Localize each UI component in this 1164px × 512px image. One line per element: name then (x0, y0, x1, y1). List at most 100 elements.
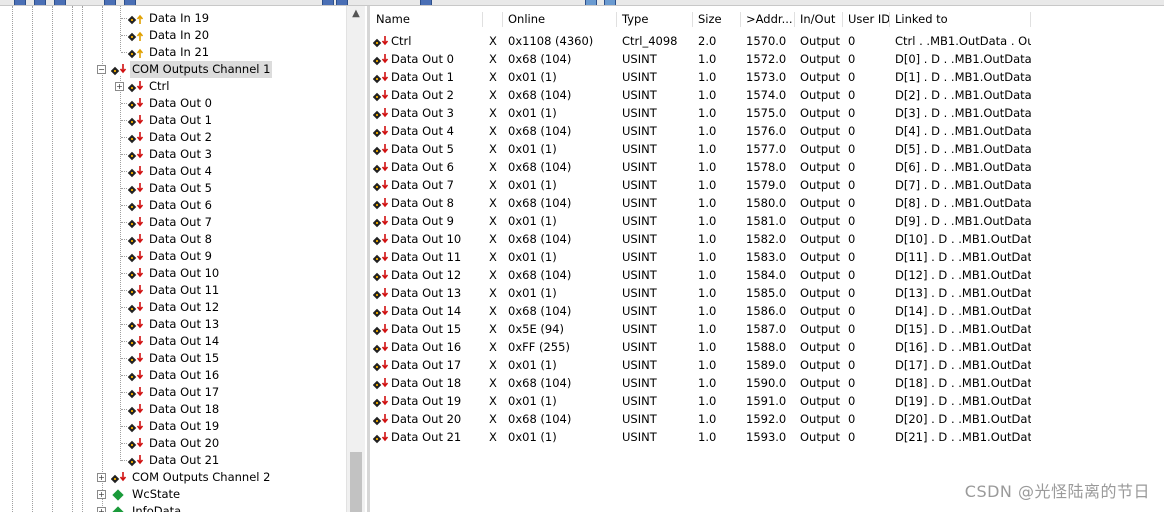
tree-variable-node[interactable]: Data Out 21 (0, 452, 346, 469)
table-row[interactable]: Data Out 6 X 0x68 (104) USINT 1.0 1578.0 Outpu… (371, 158, 1031, 176)
tree-variable-node[interactable]: Data Out 6 (0, 197, 346, 214)
panel-splitter[interactable] (367, 6, 370, 512)
tree-group-node[interactable]: − COM Outputs Channel 1 (0, 61, 346, 78)
tree-variable-node[interactable]: Data In 19 (0, 10, 346, 27)
table-row[interactable]: Data Out 4 X 0x68 (104) USINT 1.0 1576.0 Outpu… (371, 122, 1031, 140)
table-row[interactable]: Data Out 11 X 0x01 (1) USINT 1.0 1583.0 Output… (371, 248, 1031, 266)
column-header[interactable]: Online (508, 10, 545, 28)
table-row[interactable]: Data Out 0 X 0x68 (104) USINT 1.0 1572.0 Outpu… (371, 50, 1031, 68)
column-separator[interactable] (794, 12, 795, 27)
table-row[interactable]: Data Out 7 X 0x01 (1) USINT 1.0 1579.0 Output 0… (371, 176, 1031, 194)
column-header[interactable]: Linked to (895, 10, 948, 28)
tree-variable-node[interactable]: Data Out 13 (0, 316, 346, 333)
tree-variable-node[interactable]: Data Out 15 (0, 350, 346, 367)
tree-group-node[interactable]: + COM Outputs Channel 2 (0, 469, 346, 486)
tree-variable-node[interactable]: Data Out 4 (0, 163, 346, 180)
cell-linked-to: D[6] . D . .MB1.OutData .... (895, 160, 1031, 174)
cell-flag: X (489, 34, 497, 48)
column-separator[interactable] (889, 12, 890, 27)
scroll-up-arrow-icon[interactable]: ▲ (347, 6, 365, 22)
tree-variable-node[interactable]: Data Out 18 (0, 401, 346, 418)
table-row[interactable]: Data Out 19 X 0x01 (1) USINT 1.0 1591.0 Output… (371, 392, 1031, 410)
column-separator[interactable] (740, 12, 741, 27)
tree-variable-node[interactable]: Data Out 9 (0, 248, 346, 265)
expand-icon[interactable]: + (97, 507, 106, 512)
cell-type: USINT (622, 358, 657, 372)
column-separator[interactable] (692, 12, 693, 27)
column-header[interactable]: User ID (848, 10, 890, 28)
table-row[interactable]: Data Out 1 X 0x01 (1) USINT 1.0 1573.0 Output 0… (371, 68, 1031, 86)
scrollbar-thumb[interactable] (350, 452, 362, 512)
cell-inout: Output (800, 52, 840, 66)
output-variable-icon (372, 214, 389, 229)
table-row[interactable]: Data Out 17 X 0x01 (1) USINT 1.0 1589.0 Output… (371, 356, 1031, 374)
table-row[interactable]: Data Out 5 X 0x01 (1) USINT 1.0 1577.0 Output 0… (371, 140, 1031, 158)
output-variable-icon (372, 412, 389, 427)
tree-group-node[interactable]: + InfoData (0, 503, 346, 512)
cell-online: 0x68 (104) (508, 196, 572, 210)
state-icon (111, 487, 127, 502)
table-row[interactable]: Data Out 14 X 0x68 (104) USINT 1.0 1586.0 Outp… (371, 302, 1031, 320)
table-row[interactable]: Data Out 13 X 0x01 (1) USINT 1.0 1585.0 Output… (371, 284, 1031, 302)
cell-user-id: 0 (848, 214, 856, 228)
tree-variable-node[interactable]: Data Out 20 (0, 435, 346, 452)
column-header[interactable]: Type (622, 10, 648, 28)
tree-variable-node[interactable]: Data Out 11 (0, 282, 346, 299)
table-row[interactable]: Data Out 9 X 0x01 (1) USINT 1.0 1581.0 Output 0… (371, 212, 1031, 230)
collapse-icon[interactable]: − (97, 65, 106, 74)
tree-variable-node[interactable]: Data Out 7 (0, 214, 346, 231)
tree-variable-node[interactable]: Data In 21 (0, 44, 346, 61)
tree-variable-node[interactable]: Data Out 8 (0, 231, 346, 248)
table-row[interactable]: Data Out 16 X 0xFF (255) USINT 1.0 1588.0 Outp… (371, 338, 1031, 356)
tree-variable-node[interactable]: + Ctrl (0, 78, 346, 95)
table-row[interactable]: Data Out 8 X 0x68 (104) USINT 1.0 1580.0 Outpu… (371, 194, 1031, 212)
column-separator[interactable] (842, 12, 843, 27)
tree-scrollbar[interactable]: ▲ (346, 6, 365, 512)
column-separator[interactable] (1030, 12, 1031, 27)
tree-connector (121, 324, 127, 325)
table-row[interactable]: Data Out 20 X 0x68 (104) USINT 1.0 1592.0 Outp… (371, 410, 1031, 428)
column-header[interactable]: >Addr... (746, 10, 793, 28)
tree-variable-node[interactable]: Data Out 16 (0, 367, 346, 384)
table-row[interactable]: Data Out 2 X 0x68 (104) USINT 1.0 1574.0 Outpu… (371, 86, 1031, 104)
table-row[interactable]: Data Out 15 X 0x5E (94) USINT 1.0 1587.0 Outpu… (371, 320, 1031, 338)
expand-icon[interactable]: + (97, 490, 106, 499)
tree-connector (121, 273, 127, 274)
tree-variable-node[interactable]: Data Out 10 (0, 265, 346, 282)
tree-variable-node[interactable]: Data Out 0 (0, 95, 346, 112)
column-header[interactable]: Name (376, 10, 410, 28)
cell-type: USINT (622, 394, 657, 408)
column-header[interactable]: Size (698, 10, 722, 28)
tree-variable-node[interactable]: Data In 20 (0, 27, 346, 44)
tree-variable-node[interactable]: Data Out 3 (0, 146, 346, 163)
column-header[interactable]: In/Out (800, 10, 835, 28)
cell-flag: X (489, 214, 497, 228)
expand-icon[interactable]: + (115, 82, 124, 91)
column-separator[interactable] (482, 12, 483, 27)
tree-variable-node[interactable]: Data Out 12 (0, 299, 346, 316)
tree-connector (121, 290, 127, 291)
table-row[interactable]: Data Out 12 X 0x68 (104) USINT 1.0 1584.0 Outp… (371, 266, 1031, 284)
cell-name: Data Out 6 (391, 160, 454, 174)
tree-variable-node[interactable]: Data Out 17 (0, 384, 346, 401)
output-variable-icon (127, 402, 144, 417)
output-variable-icon (127, 300, 144, 315)
cell-address: 1581.0 (746, 214, 787, 228)
tree-node-label: Data Out 20 (149, 436, 220, 450)
tree-variable-node[interactable]: Data Out 5 (0, 180, 346, 197)
tree-group-node[interactable]: + WcState (0, 486, 346, 503)
tree-variable-node[interactable]: Data Out 14 (0, 333, 346, 350)
column-separator[interactable] (616, 12, 617, 27)
table-row[interactable]: Data Out 3 X 0x01 (1) USINT 1.0 1575.0 Output 0… (371, 104, 1031, 122)
output-variable-icon (127, 164, 144, 179)
table-row[interactable]: Data Out 21 X 0x01 (1) USINT 1.0 1593.0 Output… (371, 428, 1031, 446)
tree-variable-node[interactable]: Data Out 2 (0, 129, 346, 146)
table-row[interactable]: Data Out 18 X 0x68 (104) USINT 1.0 1590.0 Outp… (371, 374, 1031, 392)
column-separator[interactable] (502, 12, 503, 27)
tree-variable-node[interactable]: Data Out 1 (0, 112, 346, 129)
tree-variable-node[interactable]: Data Out 19 (0, 418, 346, 435)
expand-icon[interactable]: + (97, 473, 106, 482)
table-row[interactable]: Ctrl X 0x1108 (4360) Ctrl_4098 2.0 1570.0 Outp… (371, 32, 1031, 50)
tree-node-label: Data In 21 (149, 45, 210, 59)
table-row[interactable]: Data Out 10 X 0x68 (104) USINT 1.0 1582.0 Outp… (371, 230, 1031, 248)
